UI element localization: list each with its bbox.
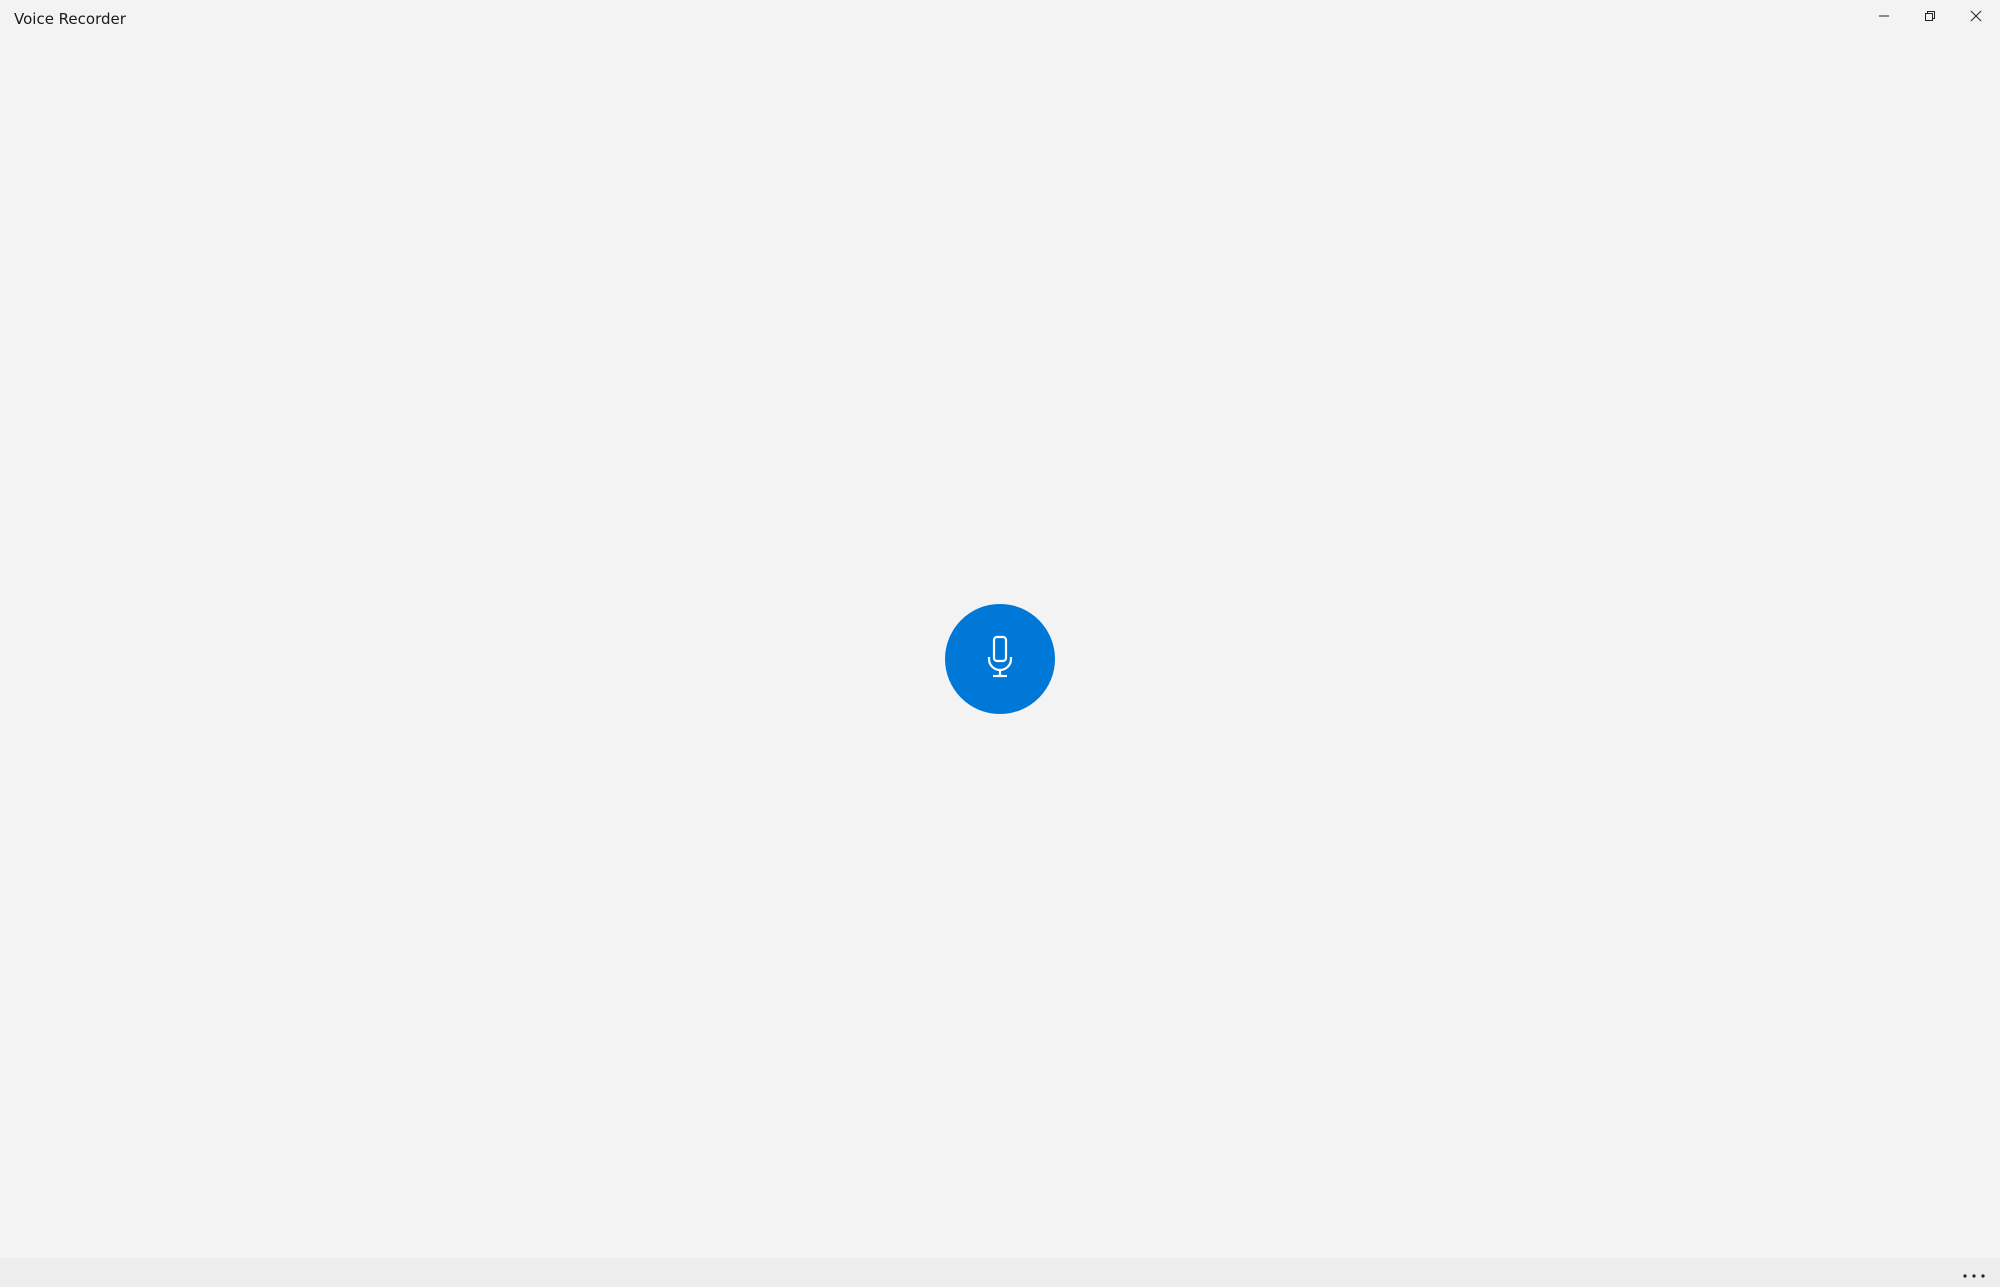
command-bar [0,1258,2000,1287]
minimize-button[interactable] [1861,0,1907,32]
more-options-button[interactable] [1956,1262,1992,1284]
title-bar[interactable]: Voice Recorder [0,0,2000,40]
restore-button[interactable] [1907,0,1953,32]
minimize-icon [1878,10,1890,22]
close-button[interactable] [1953,0,1999,32]
restore-icon [1924,10,1936,22]
more-options-icon [1962,1264,1986,1283]
voice-recorder-window: Voice Recorder [0,0,2000,1287]
microphone-icon [983,635,1017,683]
app-title: Voice Recorder [14,10,126,28]
close-icon [1970,10,1982,22]
record-button[interactable] [945,604,1055,714]
